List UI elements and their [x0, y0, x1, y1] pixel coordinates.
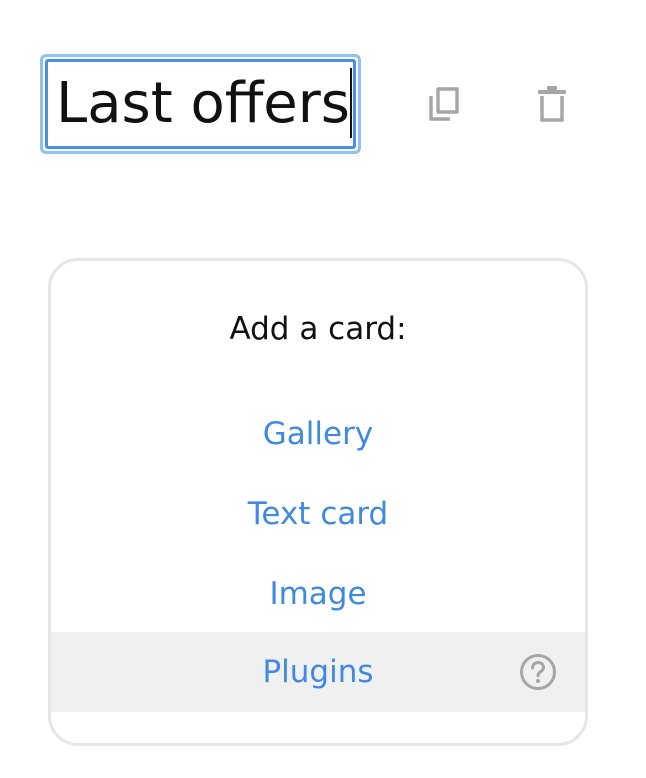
- add-plugins-option[interactable]: Plugins: [51, 632, 585, 712]
- plugins-label: Plugins: [262, 654, 374, 690]
- delete-button[interactable]: [530, 84, 574, 128]
- trash-icon: [535, 84, 569, 128]
- title-input-focus-ring: Last offers: [40, 54, 361, 154]
- page: Last offers Add a card: Gallery Text car…: [0, 0, 646, 778]
- add-card-panel: Add a card: Gallery Text card Image Plug…: [48, 258, 588, 746]
- add-image-option[interactable]: Image: [51, 554, 585, 634]
- add-card-heading: Add a card:: [229, 311, 407, 347]
- add-text-card-option[interactable]: Text card: [51, 474, 585, 554]
- text-caret: [349, 67, 352, 138]
- help-icon[interactable]: [519, 653, 557, 691]
- duplicate-button[interactable]: [422, 84, 466, 128]
- copy-icon: [425, 85, 463, 127]
- title-input-value: Last offers: [56, 71, 350, 136]
- add-gallery-option[interactable]: Gallery: [51, 394, 585, 474]
- title-input[interactable]: Last offers: [45, 59, 356, 149]
